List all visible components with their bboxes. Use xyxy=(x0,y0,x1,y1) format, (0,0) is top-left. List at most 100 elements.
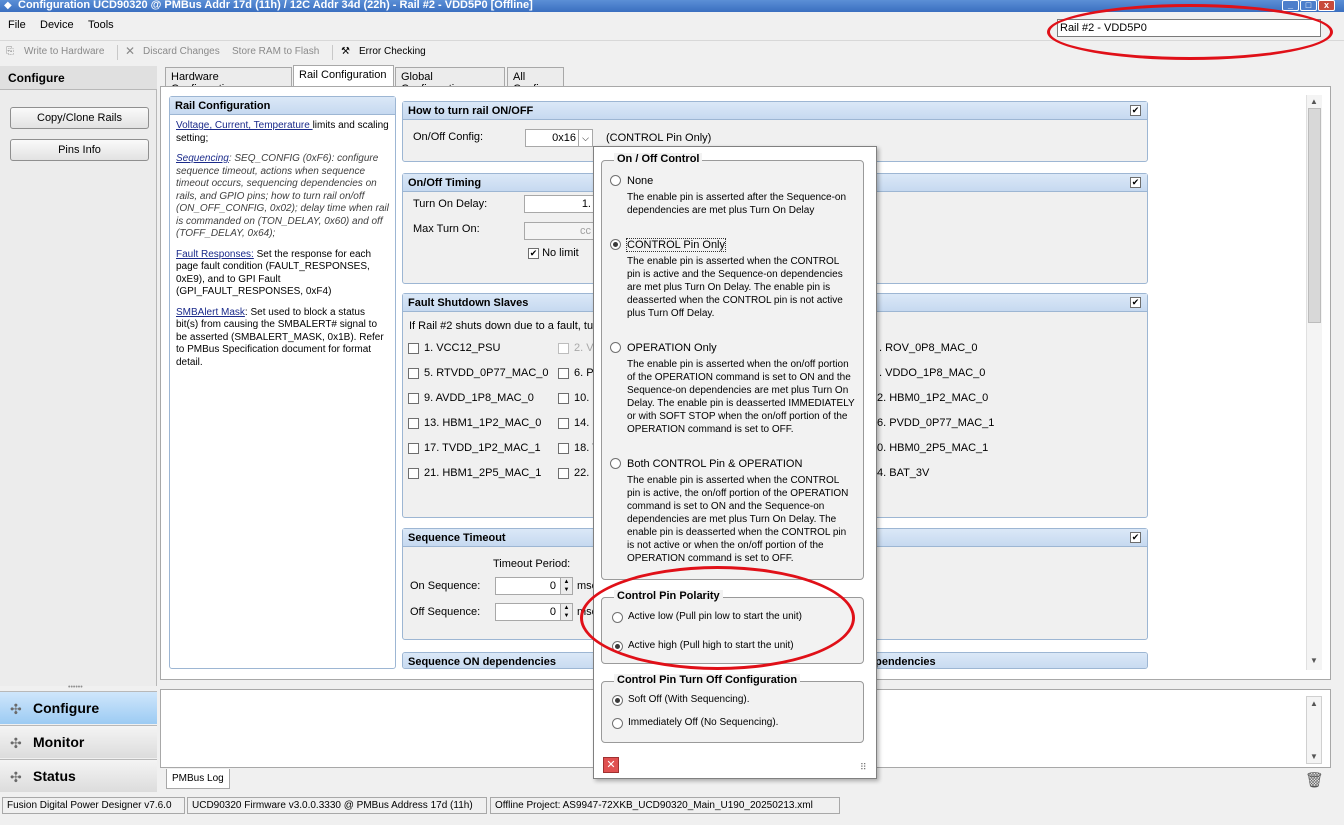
copy-clone-rails-button[interactable]: Copy/Clone Rails xyxy=(10,107,149,129)
resize-grip-icon[interactable]: ⠿ xyxy=(860,762,867,773)
help-link-smbalert[interactable]: SMBAlert Mask xyxy=(176,307,245,318)
on-sequence-label: On Sequence: xyxy=(410,580,481,592)
option-operation-label: OPERATION Only xyxy=(627,342,717,354)
nav-status[interactable]: ✣ Status xyxy=(0,759,157,792)
slave-item[interactable]: 9. AVDD_1P8_MAC_0 xyxy=(408,392,534,404)
fault-enable-checkbox[interactable]: ✔ xyxy=(1130,297,1141,308)
window-title: Configuration UCD90320 @ PMBus Addr 17d … xyxy=(18,0,533,11)
option-control-pin-label: CONTROL Pin Only xyxy=(625,238,727,252)
monitor-icon: ✣ xyxy=(10,735,22,751)
log-scrollbar[interactable]: ▲ ▼ xyxy=(1306,696,1322,764)
status-icon: ✣ xyxy=(10,769,22,785)
splitter-handle[interactable]: •••••• xyxy=(68,684,83,691)
slave-item[interactable]: . VDDO_1P8_MAC_0 xyxy=(879,367,985,379)
onoff-dropdown-arrow[interactable]: ⌵ xyxy=(578,129,593,147)
no-limit-checkbox[interactable]: ✔ xyxy=(528,247,539,259)
tab-rail-configuration[interactable]: Rail Configuration xyxy=(293,65,394,86)
on-sequence-input[interactable]: 0 xyxy=(495,577,561,595)
slave-item[interactable]: 4. BAT_3V xyxy=(877,467,929,479)
slave-item[interactable]: 1. VCC12_PSU xyxy=(408,342,500,354)
menu-file[interactable]: File xyxy=(8,19,26,31)
left-panel-header: Configure xyxy=(0,66,157,90)
help-body: Voltage, Current, Temperature limits and… xyxy=(176,120,389,368)
log-scroll-up-icon[interactable]: ▲ xyxy=(1310,699,1318,708)
menu-device[interactable]: Device xyxy=(40,19,74,31)
radio-none[interactable] xyxy=(610,175,621,186)
content-scrollbar[interactable]: ▲ ▼ xyxy=(1306,95,1322,670)
option-both-label: Both CONTROL Pin & OPERATION xyxy=(627,458,803,470)
minimize-icon[interactable]: _ xyxy=(1282,0,1299,11)
menu-tools[interactable]: Tools xyxy=(88,19,114,31)
on-sequence-spinner[interactable]: ▲ ▼ xyxy=(560,577,573,595)
option-operation-desc: The enable pin is asserted when the on/o… xyxy=(627,359,855,435)
timing-enable-checkbox[interactable]: ✔ xyxy=(1130,177,1141,188)
radio-immediate-off[interactable] xyxy=(612,718,623,729)
status-firmware: UCD90320 Firmware v3.0.0.3330 @ PMBus Ad… xyxy=(187,797,487,814)
onoff-control-group: On / Off Control None The enable pin is … xyxy=(601,153,864,580)
help-link-limits[interactable]: Voltage, Current, Temperature xyxy=(176,120,313,131)
slave-item[interactable]: 13. HBM1_1P2_MAC_0 xyxy=(408,417,541,429)
highlight-ellipse xyxy=(580,566,855,670)
option-none-desc: The enable pin is asserted after the Seq… xyxy=(627,192,847,216)
write-to-hardware-button[interactable]: Write to Hardware xyxy=(24,46,104,57)
immediate-off-label: Immediately Off (No Sequencing). xyxy=(628,717,779,728)
app-icon: ◆ xyxy=(4,0,12,11)
off-sequence-input[interactable]: 0 xyxy=(495,603,561,621)
slave-item[interactable]: 0. HBM0_2P5_MAC_1 xyxy=(877,442,988,454)
radio-soft-off[interactable] xyxy=(612,695,623,706)
timeout-period-label: Timeout Period: xyxy=(493,558,571,570)
off-sequence-spinner[interactable]: ▲ ▼ xyxy=(560,603,573,621)
maximize-icon[interactable]: □ xyxy=(1300,0,1317,11)
pins-info-button[interactable]: Pins Info xyxy=(10,139,149,161)
highlight-ellipse xyxy=(1047,4,1333,60)
onoff-title: How to turn rail ON/OFF ✔ xyxy=(403,102,1147,120)
help-link-fault-responses[interactable]: Fault Responses: xyxy=(176,249,254,260)
onoff-enable-checkbox[interactable]: ✔ xyxy=(1130,105,1141,116)
tab-hardware-configuration[interactable]: Hardware Configuration xyxy=(165,67,292,95)
popup-close-icon[interactable]: ✕ xyxy=(603,757,619,773)
tab-global-configuration[interactable]: Global Configuration xyxy=(395,67,505,95)
slave-item[interactable]: . ROV_0P8_MAC_0 xyxy=(879,342,977,354)
nav-configure-label: Configure xyxy=(33,700,100,716)
help-title: Rail Configuration xyxy=(170,97,395,115)
radio-control-pin-only[interactable] xyxy=(610,239,621,250)
store-ram-to-flash-button[interactable]: Store RAM to Flash xyxy=(232,46,319,57)
option-both-desc: The enable pin is asserted when the CONT… xyxy=(627,475,849,564)
seq-timeout-enable-checkbox[interactable]: ✔ xyxy=(1130,532,1141,543)
log-scroll-down-icon[interactable]: ▼ xyxy=(1310,752,1318,761)
status-project: Offline Project: AS9947-72XKB_UCD90320_M… xyxy=(490,797,840,814)
tab-pmbus-log[interactable]: PMBus Log xyxy=(166,769,230,789)
slave-item[interactable]: 5. RTVDD_0P77_MAC_0 xyxy=(408,367,549,379)
turn-off-config-group: Control Pin Turn Off Configuration Soft … xyxy=(601,674,864,743)
onoff-control-title: On / Off Control xyxy=(614,153,703,165)
scroll-thumb[interactable] xyxy=(1308,108,1321,323)
onoff-config-field[interactable]: 0x16 xyxy=(525,129,581,147)
status-bar: Fusion Digital Power Designer v7.6.0 UCD… xyxy=(0,796,1344,815)
scroll-up-icon[interactable]: ▲ xyxy=(1310,97,1318,106)
scroll-down-icon[interactable]: ▼ xyxy=(1310,656,1318,665)
slave-item[interactable]: 2. HBM0_1P2_MAC_0 xyxy=(877,392,988,404)
onoff-config-label: On/Off Config: xyxy=(413,131,484,143)
error-checking-button[interactable]: Error Checking xyxy=(359,46,426,57)
turn-on-delay-input[interactable]: 1. xyxy=(524,195,596,213)
slave-item[interactable]: 17. TVDD_1P2_MAC_1 xyxy=(408,442,541,454)
slave-item[interactable]: 6. PVDD_0P77_MAC_1 xyxy=(877,417,994,429)
nav-monitor[interactable]: ✣ Monitor xyxy=(0,725,157,758)
max-turn-on-label: Max Turn On: xyxy=(413,223,480,235)
left-panel: Configure Copy/Clone Rails Pins Info xyxy=(0,66,157,686)
radio-operation-only[interactable] xyxy=(610,342,621,353)
onoff-config-desc: (CONTROL Pin Only) xyxy=(606,132,712,144)
error-check-icon: ⚒ xyxy=(341,46,350,57)
nav-configure[interactable]: ✣ Configure xyxy=(0,691,157,724)
tab-all-config[interactable]: All Config xyxy=(507,67,564,95)
option-none-label: None xyxy=(627,175,654,187)
fault-intro-text: If Rail #2 shuts down due to a fault, tu xyxy=(409,320,594,332)
slave-item[interactable]: 21. HBM1_2P5_MAC_1 xyxy=(408,467,541,479)
max-turn-on-input[interactable]: cc xyxy=(524,222,596,240)
radio-both[interactable] xyxy=(610,458,621,469)
close-icon[interactable]: x xyxy=(1318,0,1335,11)
help-link-sequencing[interactable]: Sequencing xyxy=(176,153,229,164)
help-panel: Rail Configuration Voltage, Current, Tem… xyxy=(169,96,396,669)
discard-changes-button[interactable]: Discard Changes xyxy=(143,46,220,57)
trash-icon[interactable]: 🗑 xyxy=(1305,771,1324,789)
